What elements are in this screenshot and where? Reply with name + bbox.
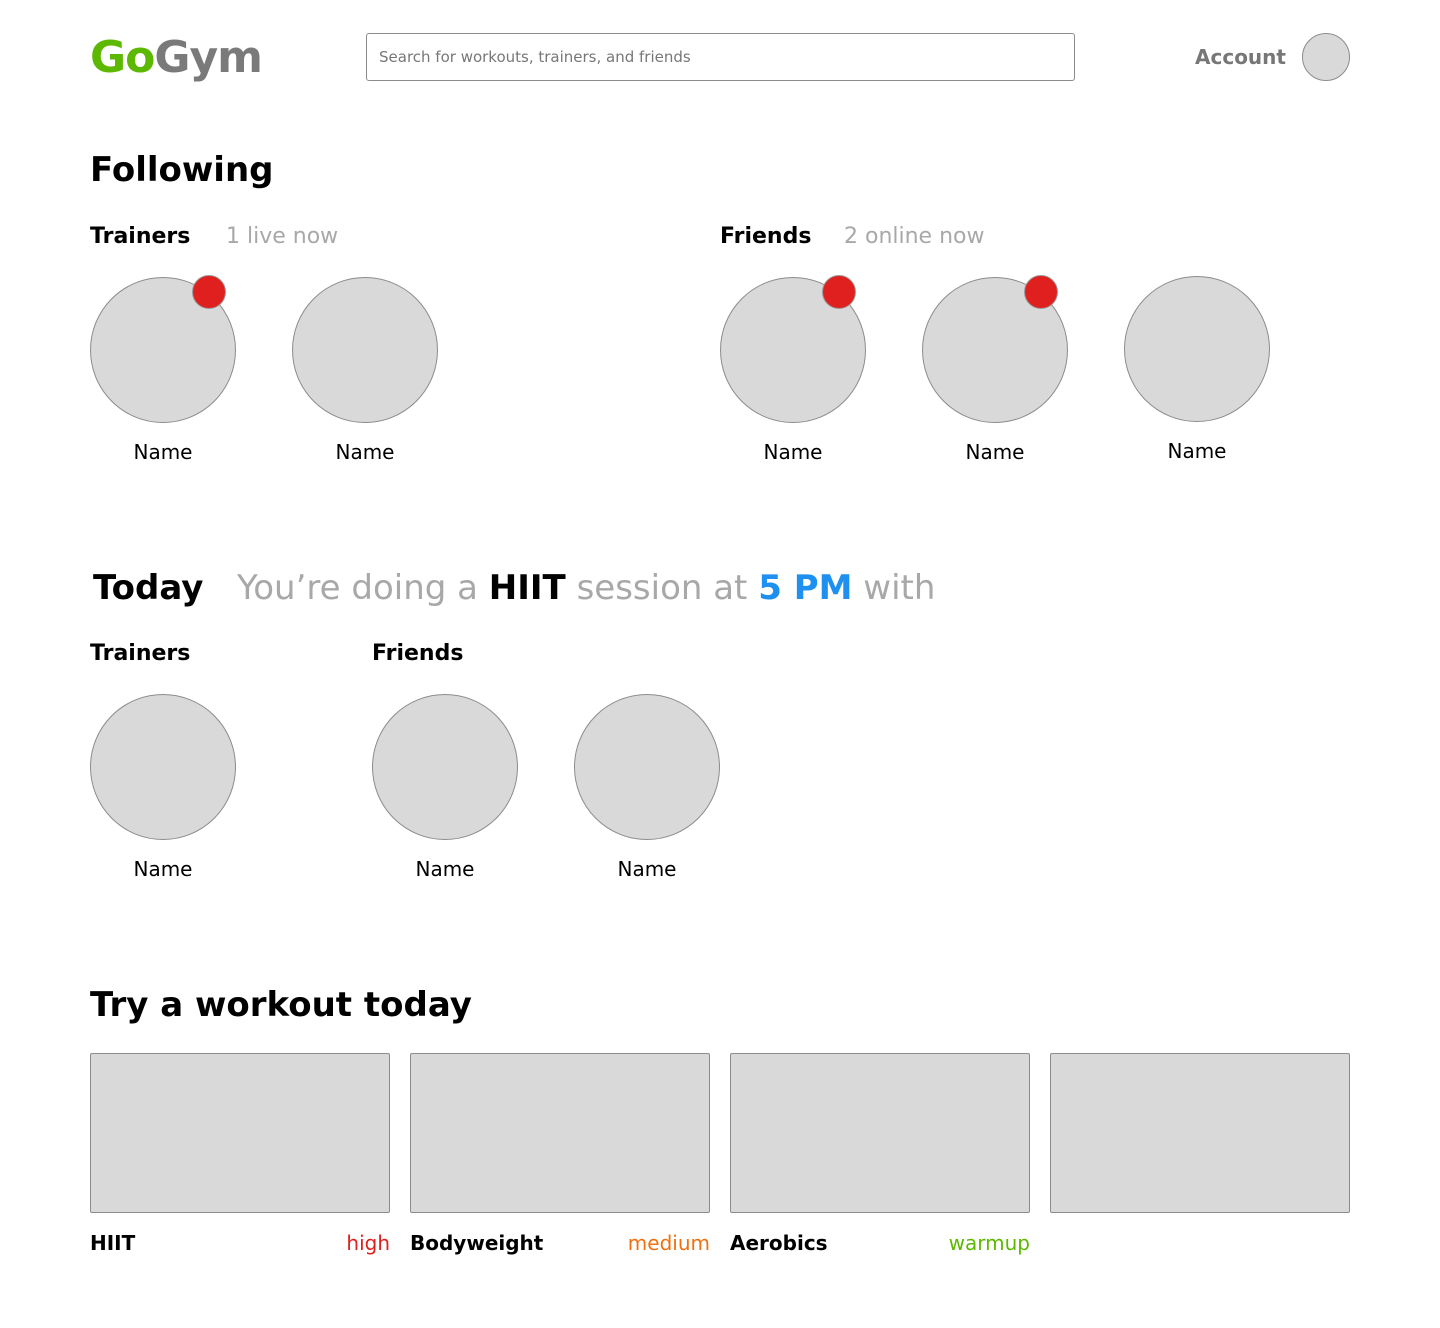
online-indicator <box>1024 275 1058 309</box>
following-trainers-status: 1 live now <box>226 224 339 249</box>
workout-level: high <box>346 1231 390 1255</box>
today-trainers-label: Trainers <box>90 641 191 666</box>
workout-name: Bodyweight <box>410 1231 544 1255</box>
logo[interactable]: GoGym <box>90 30 263 86</box>
following-title: Following <box>90 150 274 190</box>
person-name: Name <box>335 440 395 464</box>
workout-level: warmup <box>948 1231 1030 1255</box>
today-summary: You’re doing a HIIT session at 5 PM with <box>237 566 935 610</box>
avatar <box>574 694 720 840</box>
today-sentence-mid: session at <box>576 568 748 608</box>
today-sentence-pre: You’re doing a <box>237 568 478 608</box>
avatar <box>292 277 438 423</box>
following-trainers-label: Trainers <box>90 224 191 249</box>
workout-level: medium <box>627 1231 710 1255</box>
account-avatar[interactable] <box>1302 33 1350 81</box>
person-name: Name <box>763 440 823 464</box>
today-time: 5 PM <box>758 568 853 608</box>
person-name: Name <box>1167 439 1227 463</box>
workout-name: HIIT <box>90 1231 136 1255</box>
workouts-title: Try a workout today <box>90 985 472 1025</box>
search-input[interactable] <box>366 33 1075 81</box>
person-name: Name <box>965 440 1025 464</box>
logo-go: Go <box>90 32 155 83</box>
today-sentence-post: with <box>863 568 936 608</box>
workout-thumbnail <box>90 1053 390 1213</box>
avatar <box>372 694 518 840</box>
live-indicator <box>192 275 226 309</box>
today-title: Today <box>93 568 204 608</box>
person-name: Name <box>133 440 193 464</box>
following-friends-status: 2 online now <box>844 224 985 249</box>
following-friends-label: Friends <box>720 224 812 249</box>
avatar <box>1124 276 1270 422</box>
account-link[interactable]: Account <box>1195 44 1286 70</box>
today-session-type: HIIT <box>488 568 566 608</box>
person-name: Name <box>415 857 475 881</box>
person-name: Name <box>133 857 193 881</box>
logo-gym: Gym <box>154 32 263 83</box>
person-name: Name <box>617 857 677 881</box>
workout-thumbnail <box>1050 1053 1350 1213</box>
online-indicator <box>822 275 856 309</box>
avatar <box>90 694 236 840</box>
workout-name: Aerobics <box>730 1231 828 1255</box>
today-friends-label: Friends <box>372 641 464 666</box>
workout-thumbnail <box>410 1053 710 1213</box>
workout-thumbnail <box>730 1053 1030 1213</box>
